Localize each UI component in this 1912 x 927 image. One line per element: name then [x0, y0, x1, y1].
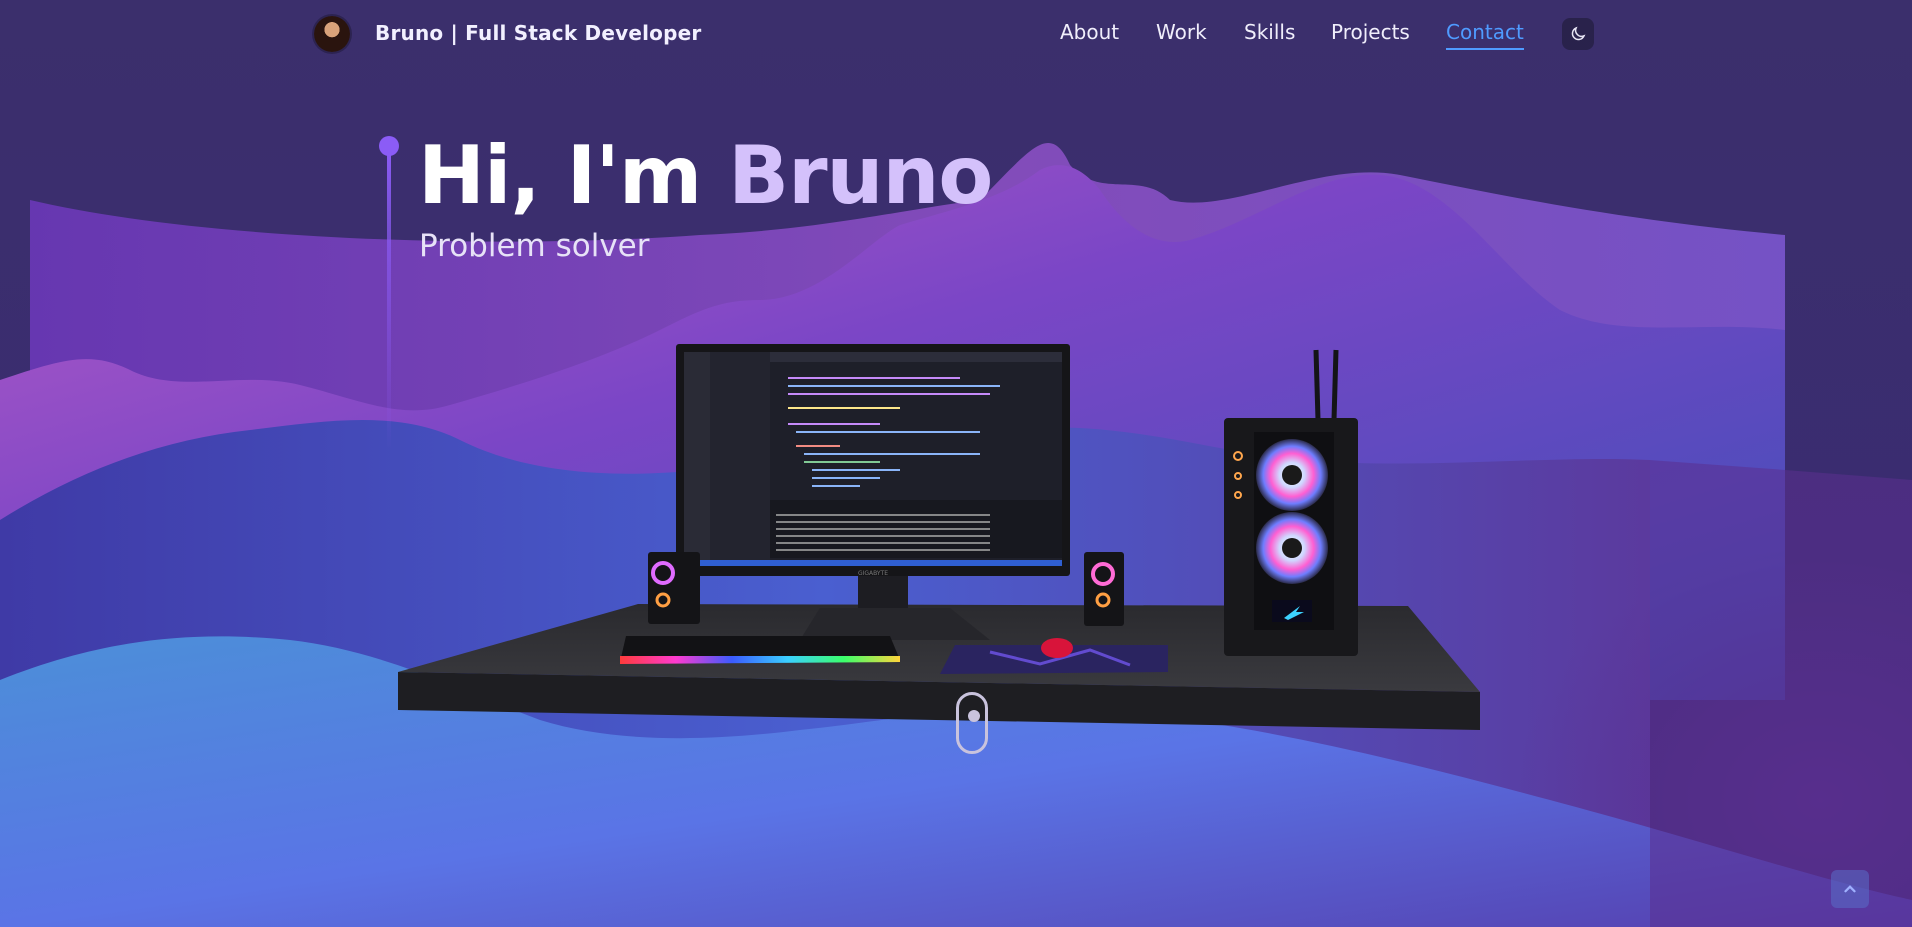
hero-subtitle: Problem solver — [419, 228, 650, 264]
theme-toggle-button[interactable] — [1562, 18, 1594, 50]
timeline-line — [387, 150, 391, 450]
monitor-brand: GIGABYTE — [858, 570, 888, 577]
hero-greeting: Hi, I'm — [418, 129, 729, 222]
hero-name: Bruno — [728, 129, 993, 222]
nav-link-work[interactable]: Work — [1156, 20, 1207, 44]
chevron-up-icon — [1844, 885, 1856, 893]
scroll-down-indicator[interactable] — [956, 692, 988, 754]
nav-link-projects[interactable]: Projects — [1331, 20, 1410, 44]
avatar[interactable] — [314, 16, 350, 52]
nav-link-skills[interactable]: Skills — [1244, 20, 1295, 44]
mouse-scroll-icon — [968, 710, 980, 722]
moon-icon — [1571, 26, 1586, 41]
nav-link-contact[interactable]: Contact — [1446, 20, 1524, 50]
brand-title[interactable]: Bruno | Full Stack Developer — [375, 21, 701, 45]
back-to-top-button[interactable] — [1831, 870, 1869, 908]
hero-heading: Hi, I'm Bruno — [418, 126, 993, 226]
nav-link-about[interactable]: About — [1060, 20, 1119, 44]
navbar: Bruno | Full Stack Developer About Work … — [0, 0, 1912, 72]
